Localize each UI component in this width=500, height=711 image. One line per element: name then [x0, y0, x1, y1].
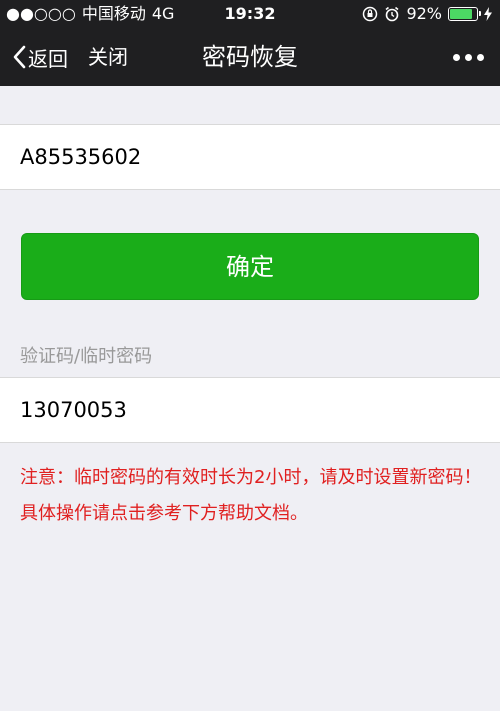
code-field[interactable]: 13070053	[0, 377, 500, 443]
code-value: 13070053	[20, 398, 127, 422]
status-right: 92%	[362, 0, 492, 28]
battery-percent: 92%	[406, 4, 442, 23]
more-dots-icon	[477, 53, 484, 61]
account-field[interactable]: A85535602	[0, 124, 500, 190]
more-button[interactable]	[453, 28, 484, 86]
account-value: A85535602	[20, 145, 142, 169]
top-bar: ●●○○○ 中国移动 4G 19:32 92% 返回 关闭 密码恢复	[0, 0, 500, 86]
nav-bar: 返回 关闭 密码恢复	[0, 28, 500, 86]
notice-text: 注意：临时密码的有效时长为2小时，请及时设置新密码！具体操作请点击参考下方帮助文…	[20, 467, 482, 524]
orientation-lock-icon	[363, 6, 378, 22]
battery-fill	[450, 9, 473, 19]
status-bar: ●●○○○ 中国移动 4G 19:32 92%	[0, 0, 500, 28]
more-dots-icon	[465, 53, 472, 61]
alarm-icon	[385, 6, 399, 22]
page-title: 密码恢复	[202, 43, 298, 71]
charging-icon	[484, 7, 492, 21]
more-dots-icon	[453, 53, 460, 61]
confirm-button[interactable]: 确定	[21, 233, 479, 300]
battery-icon	[448, 7, 481, 21]
code-field-label: 验证码/临时密码	[20, 346, 153, 367]
